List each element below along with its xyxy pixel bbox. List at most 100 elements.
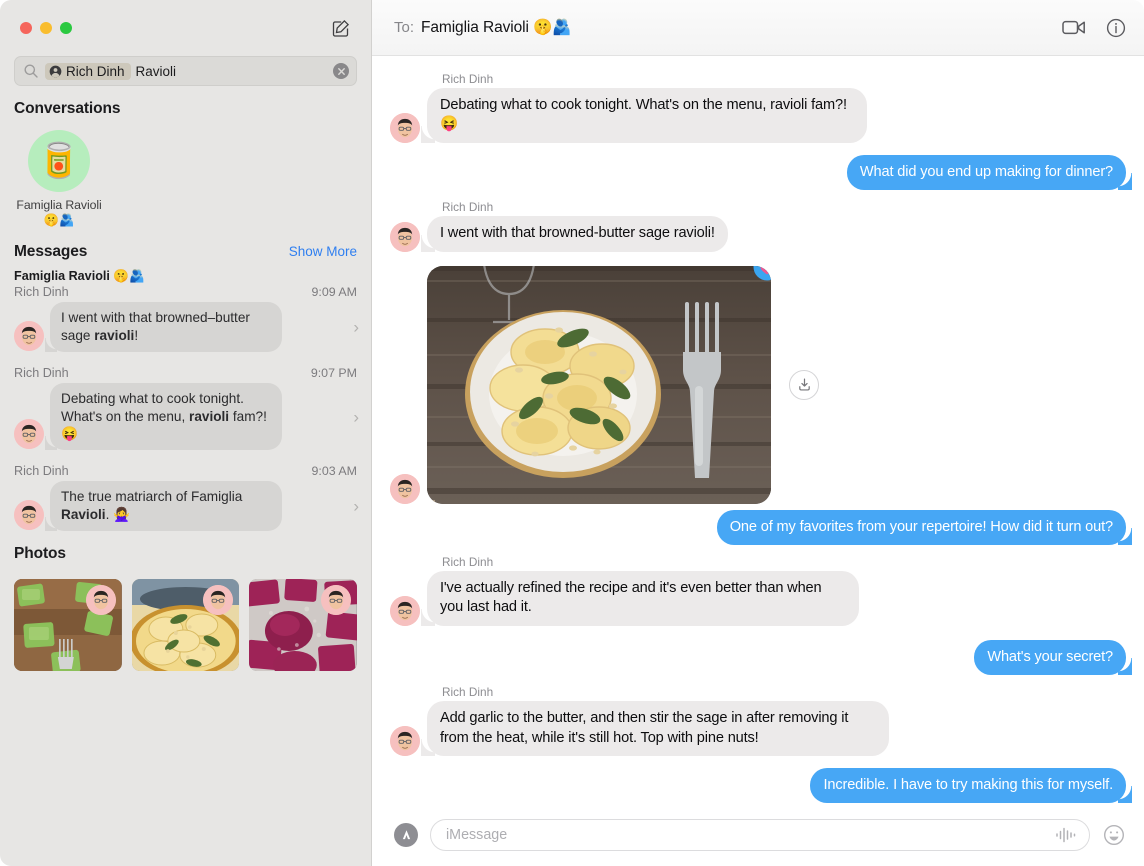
- message-row: What's your secret?: [974, 639, 1132, 676]
- message-incoming: Rich Dinh Debating what to cook tonight.…: [390, 66, 1126, 143]
- divider: [0, 450, 371, 464]
- message-result-body: The true matriarch of Famiglia Ravioli. …: [0, 481, 371, 532]
- message-outgoing: Incredible. I have to try making this fo…: [390, 768, 1132, 804]
- message-outgoing: What did you end up making for dinner?: [390, 154, 1133, 191]
- to-label: To:: [394, 19, 415, 36]
- audio-waveform-icon[interactable]: [1055, 827, 1077, 843]
- search-query-text: Ravioli: [135, 63, 177, 79]
- header-actions: [1062, 18, 1126, 38]
- message-sender: Rich Dinh: [442, 200, 494, 215]
- close-button[interactable]: [20, 22, 32, 34]
- photo-thumbnail[interactable]: [14, 579, 122, 672]
- divider: [0, 352, 371, 366]
- tomato-can-emoji: 🥫: [37, 142, 81, 180]
- avatar: [14, 500, 44, 531]
- photo-thumbnail[interactable]: [131, 579, 240, 672]
- window-titlebar: [0, 0, 371, 56]
- message-incoming: Rich Dinh Add garlic to the butter, and …: [390, 679, 1126, 757]
- avatar: [390, 221, 420, 252]
- conversation-result-label: Famiglia Ravioli 🤫🫂: [16, 198, 102, 228]
- message-result-conversation: Famiglia Ravioli 🤫🫂: [14, 268, 145, 283]
- photos-section-header: Photos: [0, 545, 371, 563]
- conversation-result-famiglia-ravioli[interactable]: 🥫 Famiglia Ravioli 🤫🫂: [14, 130, 104, 229]
- message-row: One of my favorites from your repertoire…: [716, 509, 1133, 546]
- message-photo-attachment[interactable]: [427, 265, 771, 504]
- preview-text-after: . 🙅‍♀️: [105, 507, 131, 523]
- zoom-button[interactable]: [60, 22, 72, 34]
- download-icon[interactable]: [789, 369, 819, 400]
- message-result-time: 9:09 AM: [311, 284, 357, 299]
- message-bubble[interactable]: What's your secret?: [974, 639, 1132, 676]
- app-store-icon[interactable]: [394, 823, 418, 847]
- message-row: I went with that browned-butter sage rav…: [390, 216, 728, 253]
- show-more-button[interactable]: Show More: [289, 244, 357, 259]
- preview-text-match: ravioli: [94, 327, 135, 343]
- message-bubble[interactable]: Incredible. I have to try making this fo…: [810, 768, 1132, 804]
- video-camera-icon[interactable]: [1062, 19, 1086, 36]
- avatar: [14, 320, 44, 351]
- message-result-meta: Rich Dinh 9:09 AM: [0, 285, 371, 299]
- message-row: Add garlic to the butter, and then stir …: [390, 701, 889, 757]
- compose-icon[interactable]: [329, 16, 353, 40]
- message-bubble[interactable]: I've actually refined the recipe and it'…: [421, 571, 859, 626]
- message-bubble[interactable]: What did you end up making for dinner?: [846, 154, 1133, 191]
- minimize-button[interactable]: [40, 22, 52, 34]
- photo-thumbnail[interactable]: [249, 579, 358, 672]
- messages-section: Messages Show More Famiglia Ravioli 🤫🫂 R…: [0, 243, 371, 532]
- message-result-sender: Rich Dinh: [14, 284, 69, 299]
- sidebar: Rich Dinh Ravioli Conversations 🥫 Famigl…: [0, 0, 372, 866]
- message-bubble[interactable]: Add garlic to the butter, and then stir …: [421, 701, 889, 757]
- message-result-preview: Debating what to cook tonight. What's on…: [45, 382, 282, 451]
- chevron-right-icon[interactable]: ›: [353, 408, 359, 425]
- preview-text-match: ravioli: [189, 408, 230, 424]
- message-result-body: Debating what to cook tonight. What's on…: [0, 382, 371, 451]
- message-outgoing: One of my favorites from your repertoire…: [390, 509, 1133, 546]
- avatar: [14, 419, 44, 450]
- message-result-time: 9:07 PM: [310, 365, 357, 380]
- preview-text-before: I went with that browned–butter sage: [61, 309, 250, 343]
- conversation-results: 🥫 Famiglia Ravioli 🤫🫂: [0, 126, 371, 229]
- message-row: What did you end up making for dinner?: [846, 154, 1133, 191]
- search-area: Rich Dinh Ravioli: [0, 56, 371, 86]
- chevron-right-icon[interactable]: ›: [353, 318, 359, 335]
- recipient-name[interactable]: Famiglia Ravioli 🤫🫂: [421, 18, 572, 37]
- messages-section-header: Messages Show More: [0, 243, 371, 261]
- person-circle-icon: [49, 65, 62, 78]
- clear-icon[interactable]: [333, 63, 349, 79]
- avatar: [390, 473, 420, 504]
- message-bubble[interactable]: One of my favorites from your repertoire…: [716, 509, 1133, 546]
- message-bubble[interactable]: Debating what to cook tonight. What's on…: [421, 88, 867, 143]
- tapback-heart-reaction[interactable]: [747, 265, 771, 290]
- info-circle-icon[interactable]: [1106, 18, 1126, 38]
- imessage-placeholder: iMessage: [446, 827, 508, 843]
- search-input[interactable]: Rich Dinh Ravioli: [14, 56, 357, 86]
- avatar: 🥫: [28, 130, 90, 192]
- message-result[interactable]: Rich Dinh 9:03 AM The true matriarch of …: [0, 464, 371, 532]
- avatar: [390, 112, 420, 143]
- message-result-meta: Rich Dinh 9:03 AM: [0, 464, 371, 478]
- photos-section: Photos: [0, 545, 371, 672]
- message-bubble[interactable]: I went with that browned-butter sage rav…: [421, 216, 728, 253]
- smiley-icon[interactable]: [1102, 823, 1126, 847]
- message-incoming: Rich Dinh I went with that browned-butte…: [390, 194, 1126, 253]
- message-result-sender: Rich Dinh: [14, 464, 69, 479]
- message-incoming: Rich Dinh I've actually refined the reci…: [390, 549, 1126, 626]
- sender-badge-avatar: [85, 585, 116, 616]
- message-row: Incredible. I have to try making this fo…: [810, 768, 1132, 804]
- conversations-title: Conversations: [14, 100, 121, 117]
- search-token-contact[interactable]: Rich Dinh: [45, 62, 131, 80]
- photos-grid: [0, 571, 371, 672]
- message-sender: Rich Dinh: [442, 72, 494, 86]
- imessage-input[interactable]: iMessage: [430, 819, 1090, 851]
- message-result-preview: The true matriarch of Famiglia Ravioli. …: [45, 481, 282, 532]
- message-thread[interactable]: Rich Dinh Debating what to cook tonight.…: [372, 56, 1144, 804]
- message-incoming-image: [390, 265, 1126, 504]
- traffic-lights: [14, 22, 72, 34]
- message-composer: iMessage: [372, 804, 1144, 866]
- message-result[interactable]: Famiglia Ravioli 🤫🫂 Rich Dinh 9:09 AM I …: [0, 269, 371, 352]
- conversations-section-header: Conversations: [0, 100, 371, 118]
- messages-title: Messages: [14, 242, 88, 260]
- chevron-right-icon[interactable]: ›: [353, 498, 359, 515]
- message-result[interactable]: Rich Dinh 9:07 PM Debating what to cook …: [0, 366, 371, 451]
- avatar: [390, 726, 420, 757]
